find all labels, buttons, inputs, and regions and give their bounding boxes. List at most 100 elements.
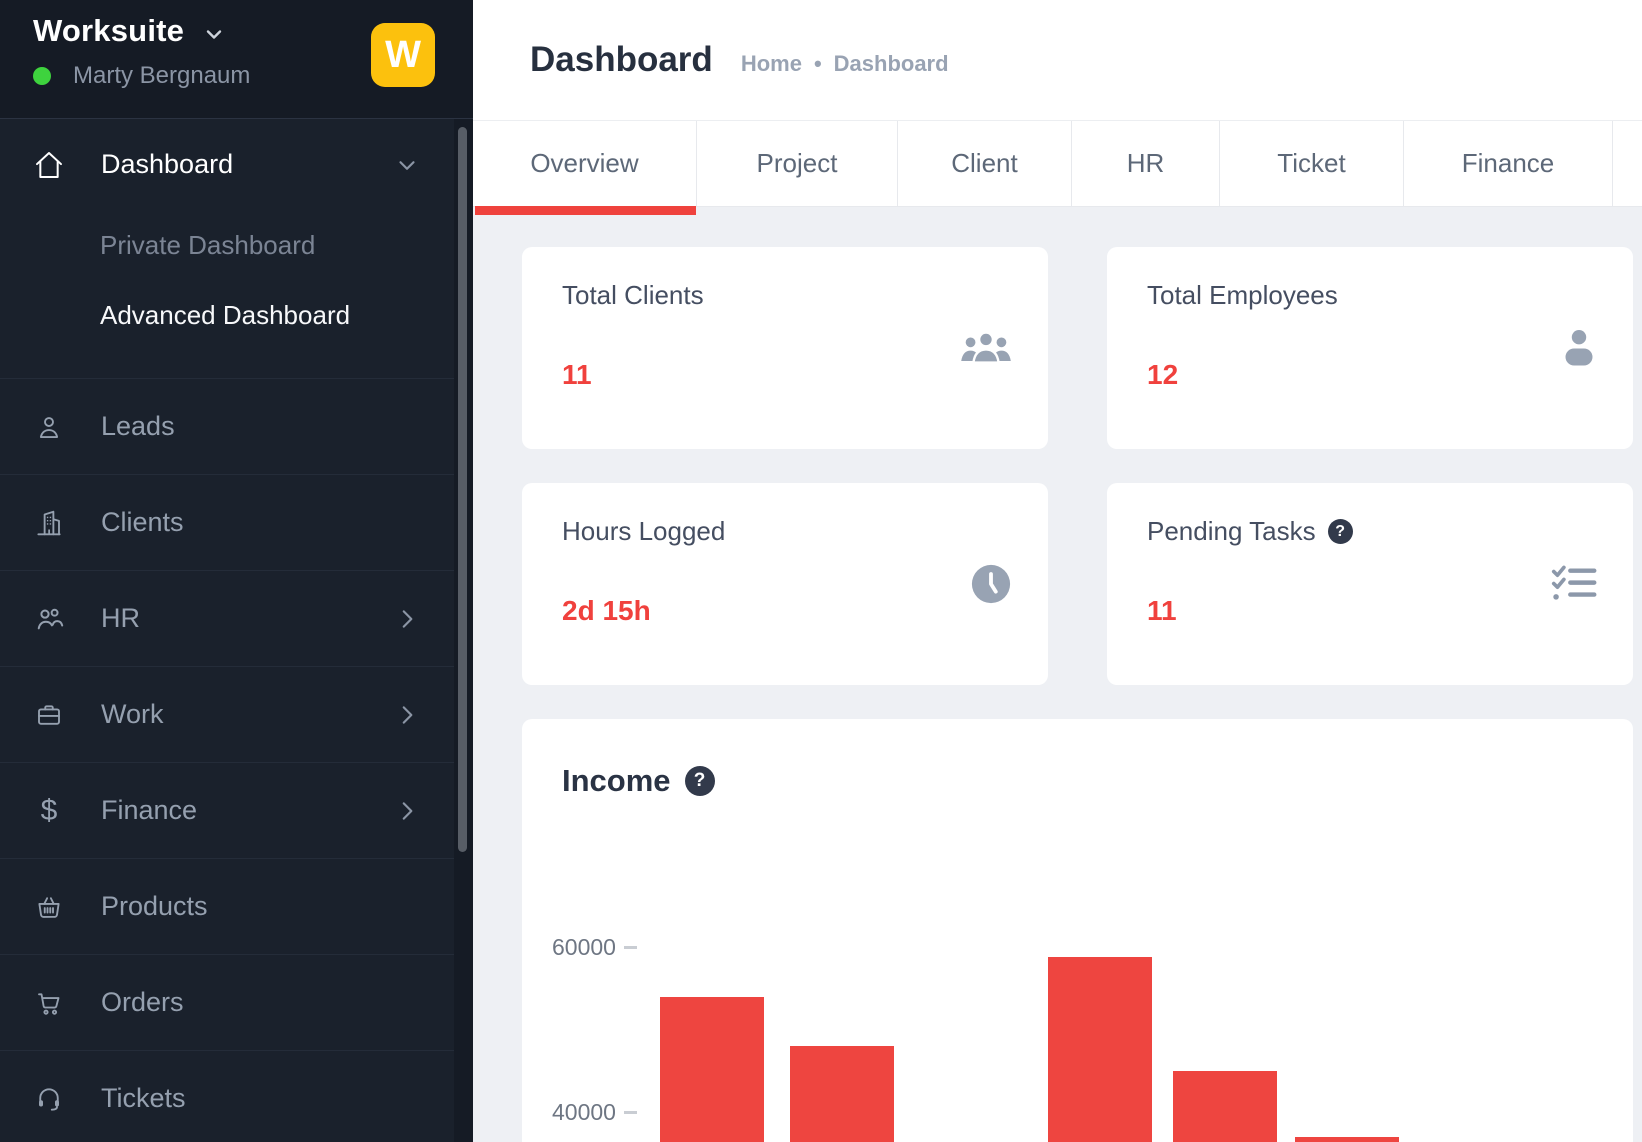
breadcrumb-separator: • <box>814 51 822 77</box>
y-axis-tick-label: 40000 <box>552 1099 614 1126</box>
page-title: Dashboard <box>530 40 713 80</box>
clock-icon <box>970 563 1012 605</box>
income-title: Income ? <box>562 763 715 799</box>
sidebar-item-work[interactable]: Work <box>0 666 454 762</box>
people-icon <box>33 603 65 635</box>
sidebar-item-dashboard[interactable]: Dashboard <box>0 119 454 210</box>
income-bar[interactable] <box>1295 1137 1399 1142</box>
tab-partial[interactable] <box>1613 121 1642 206</box>
sidebar-item-tickets[interactable]: Tickets <box>0 1050 454 1142</box>
dashboard-content: Total Clients 11 Total Employees 12 Hou <box>473 207 1642 1142</box>
sidebar-item-private-dashboard[interactable]: Private Dashboard <box>0 210 454 280</box>
dollar-icon: $ <box>33 796 65 826</box>
page-header: Dashboard Home • Dashboard <box>473 0 1642 120</box>
sidebar-item-hr[interactable]: HR <box>0 570 454 666</box>
chevron-right-icon <box>394 702 420 728</box>
stat-card-hours-logged: Hours Logged 2d 15h <box>522 483 1048 685</box>
main-area: Dashboard Home • Dashboard Overview Proj… <box>473 0 1642 1142</box>
building-icon <box>33 508 65 538</box>
tab-label: Client <box>951 148 1017 179</box>
y-axis-tick-mark <box>624 946 637 949</box>
tab-project[interactable]: Project <box>697 121 898 206</box>
sidebar-item-orders[interactable]: Orders <box>0 954 454 1050</box>
checklist-icon <box>1551 564 1597 604</box>
sidebar-item-label: Products <box>101 891 208 922</box>
sidebar-subitem-label: Private Dashboard <box>100 230 315 261</box>
chevron-right-icon <box>394 606 420 632</box>
sidebar-item-label: Leads <box>101 411 175 442</box>
income-bar[interactable] <box>790 1046 894 1142</box>
app-logo[interactable]: W <box>371 23 435 87</box>
sidebar-item-label: Orders <box>101 987 184 1018</box>
home-icon <box>33 149 65 181</box>
sidebar-item-label: Work <box>101 699 164 730</box>
income-bar[interactable] <box>660 997 764 1142</box>
stat-title: Total Clients <box>562 280 704 311</box>
stat-value: 2d 15h <box>562 595 651 627</box>
tab-label: Project <box>757 148 838 179</box>
sidebar-item-label: Clients <box>101 507 184 538</box>
breadcrumb: Home • Dashboard <box>741 51 949 77</box>
sidebar-header: Worksuite Marty Bergnaum W <box>0 0 473 119</box>
tab-client[interactable]: Client <box>898 121 1072 206</box>
sidebar-scrollbar[interactable] <box>458 127 467 852</box>
sidebar-item-leads[interactable]: Leads <box>0 378 454 474</box>
stat-row-1: Total Clients 11 Total Employees 12 <box>522 247 1633 449</box>
help-badge[interactable]: ? <box>685 766 715 796</box>
tab-label: Finance <box>1462 148 1555 179</box>
sidebar-item-products[interactable]: Products <box>0 858 454 954</box>
workspace-switcher[interactable]: Worksuite <box>33 13 226 49</box>
sidebar-item-label: Tickets <box>101 1083 186 1114</box>
tab-ticket[interactable]: Ticket <box>1220 121 1404 206</box>
income-title-text: Income <box>562 763 671 799</box>
tab-finance[interactable]: Finance <box>1404 121 1613 206</box>
breadcrumb-home[interactable]: Home <box>741 51 802 77</box>
sidebar-item-finance[interactable]: $ Finance <box>0 762 454 858</box>
tab-hr[interactable]: HR <box>1072 121 1220 206</box>
users-group-icon <box>960 329 1012 367</box>
sidebar-menu: Dashboard Private Dashboard Advanced Das… <box>0 119 454 1142</box>
stat-value: 12 <box>1147 359 1178 391</box>
tab-label: Ticket <box>1277 148 1345 179</box>
brand-name: Worksuite <box>33 13 184 49</box>
sidebar-subitem-label: Advanced Dashboard <box>100 300 350 331</box>
stat-title: Hours Logged <box>562 516 725 547</box>
tab-label: HR <box>1127 148 1165 179</box>
sidebar-item-label: Finance <box>101 795 197 826</box>
person-icon <box>33 412 65 442</box>
tab-label: Overview <box>530 148 638 179</box>
briefcase-icon <box>33 700 65 730</box>
chevron-down-icon <box>202 22 226 46</box>
stat-value: 11 <box>1147 595 1177 627</box>
income-bar[interactable] <box>1173 1071 1277 1142</box>
menu-spacer <box>0 350 454 378</box>
stat-title-text: Pending Tasks <box>1147 516 1316 547</box>
user-icon <box>1561 328 1597 368</box>
income-card: Income ? 60000 40000 <box>522 719 1633 1142</box>
stat-row-2: Hours Logged 2d 15h Pending Tasks ? 11 <box>522 483 1633 685</box>
online-status-dot <box>33 67 51 85</box>
current-user[interactable]: Marty Bergnaum <box>33 62 250 90</box>
stat-value: 11 <box>562 359 592 391</box>
sidebar-item-clients[interactable]: Clients <box>0 474 454 570</box>
sidebar-item-label: Dashboard <box>101 149 233 180</box>
tab-bar: Overview Project Client HR Ticket Financ… <box>473 120 1642 207</box>
stat-title: Total Employees <box>1147 280 1338 311</box>
basket-icon <box>33 892 65 922</box>
cart-icon <box>33 988 65 1018</box>
sidebar-item-advanced-dashboard[interactable]: Advanced Dashboard <box>0 280 454 350</box>
tab-overview[interactable]: Overview <box>473 121 697 206</box>
y-axis-tick-label: 60000 <box>552 934 614 961</box>
stat-card-total-employees: Total Employees 12 <box>1107 247 1633 449</box>
help-badge[interactable]: ? <box>1328 519 1353 544</box>
stat-card-total-clients: Total Clients 11 <box>522 247 1048 449</box>
income-bar[interactable] <box>1048 957 1152 1142</box>
breadcrumb-current: Dashboard <box>834 51 949 77</box>
sidebar-item-label: HR <box>101 603 140 634</box>
headset-icon <box>33 1084 65 1114</box>
sidebar: Worksuite Marty Bergnaum W Dashboard <box>0 0 473 1142</box>
worksuite-app: Worksuite Marty Bergnaum W Dashboard <box>0 0 1642 1142</box>
stat-title: Pending Tasks ? <box>1147 516 1353 547</box>
y-axis-tick-mark <box>624 1111 637 1114</box>
user-name: Marty Bergnaum <box>73 62 250 90</box>
